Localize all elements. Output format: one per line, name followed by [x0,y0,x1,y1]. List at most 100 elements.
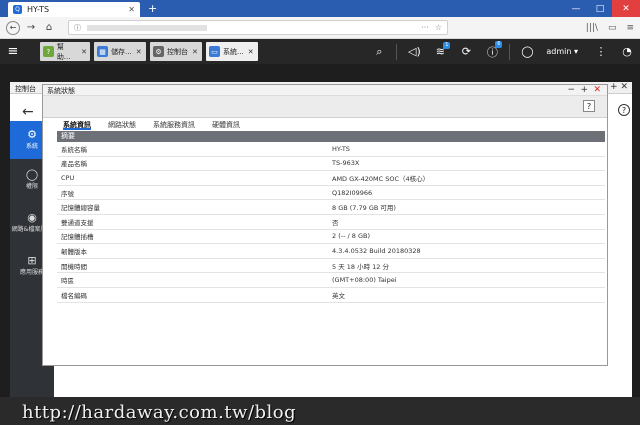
background-tasks-icon[interactable]: ≋ 1 [427,42,453,58]
qnap-favicon-icon: Q [13,5,22,14]
dialog-close-button[interactable]: ✕ [593,85,601,95]
notifications-icon[interactable]: ⓘ 6 [479,40,505,60]
row-label: 檔名編碼 [61,291,87,300]
row-value: 2 (-- / 8 GB) [332,232,370,241]
tab-system-service[interactable]: 系統服務資訊 [153,120,195,130]
forward-arrow-icon[interactable]: → [24,21,38,35]
app-tab-system-status[interactable]: ▭ 系統... ✕ [206,42,258,61]
app-tab-label: 系統... [223,47,244,56]
row-value: (GMT+08:00) Taipei [332,276,397,285]
table-row: 系統名稱 HY-TS [57,142,605,157]
notifications-badge: 6 [495,40,503,48]
table-row: 韌體版本 4.3.4.0532 Build 20180328 [57,244,605,259]
table-row: 產品名稱 TS-963X [57,157,605,172]
app-tab-close-icon[interactable]: ✕ [81,48,87,56]
row-label: 記憶體插槽 [61,233,94,242]
table-row: 開機時間 5 天 18 小時 12 分 [57,259,605,274]
tab-network-status[interactable]: 網路狀態 [108,120,136,130]
new-tab-button[interactable]: + [148,2,157,15]
back-arrow-icon[interactable]: ← [6,20,20,35]
row-value: Q182I09966 [332,188,373,197]
row-value: 否 [332,218,339,227]
site-info-icon[interactable]: ⓘ [74,23,81,33]
user-avatar-icon[interactable]: ◯ [514,45,540,58]
row-value: 5 天 18 小時 12 分 [332,262,390,271]
row-value: AMD GX-420MC SOC（4核心） [332,174,430,183]
app-tab-close-icon[interactable]: ✕ [248,48,254,56]
table-row: 時區 (GMT+08:00) Taipei [57,273,605,288]
main-menu-icon[interactable]: ≡ [0,44,26,59]
app-tab-control-panel[interactable]: ⚙ 控制台 ✕ [150,42,202,61]
dialog-title: 系統狀態 [47,87,75,95]
dialog-title-bar: 系統狀態 − + ✕ [43,85,607,96]
divider [396,43,398,60]
table-row: 記憶體總容量 8 GB (7.79 GB 可用) [57,200,605,215]
control-panel-icon: ⚙ [153,46,164,57]
row-value: HY-TS [332,144,350,153]
qts-top-bar: ≡ ? 幫助... ✕ ▦ 儲存... ✕ ⚙ 控制台 ✕ ▭ 系統... ✕ … [0,39,640,64]
app-tab-close-icon[interactable]: ✕ [136,48,142,56]
app-tab-help[interactable]: ? 幫助... ✕ [40,42,90,61]
table-row: 檔名編碼 英文 [57,288,605,303]
table-row: 記憶體插槽 2 (-- / 8 GB) [57,230,605,245]
sidebar-icon[interactable]: ▭ [608,23,617,33]
dialog-minimize-button[interactable]: − [567,85,575,95]
row-label: 雙通道支援 [61,218,94,227]
browser-tab-title: HY-TS [27,5,50,14]
browser-menu-icon[interactable]: ≡ [626,23,634,33]
row-value: 8 GB (7.79 GB 可用) [332,204,396,213]
row-label: 產品名稱 [61,160,87,169]
dashboard-icon[interactable]: ◔ [614,45,640,58]
row-label: 系統名稱 [61,145,87,154]
row-value: 英文 [332,291,345,300]
table-row: 雙通道支援 否 [57,215,605,230]
home-icon[interactable]: ⌂ [42,21,56,35]
table-row: CPU AMD GX-420MC SOC（4核心） [57,171,605,186]
system-status-icon: ▭ [209,46,220,57]
dialog-help-icon[interactable]: ? [583,100,595,112]
watermark-text: http://hardaway.com.tw/blog [22,402,297,423]
dialog-toolbar: ? [43,96,607,118]
tab-close-icon[interactable]: ✕ [128,5,135,14]
row-label: CPU [61,173,75,182]
app-tab-storage[interactable]: ▦ 儲存... ✕ [94,42,146,61]
row-label: 韌體版本 [61,247,87,256]
system-info-table: 摘要 系統名稱 HY-TS 產品名稱 TS-963X CPU AMD GX-420MC… [57,131,605,303]
address-bar[interactable]: ⓘ ··· ☆ [68,20,448,35]
app-tab-label: 幫助... [56,42,71,61]
storage-icon: ▦ [97,46,108,57]
app-tab-close-icon[interactable]: ✕ [192,48,198,56]
app-tab-label: 儲存... [111,47,132,56]
window-close-button[interactable]: ✕ [612,0,640,17]
divider [509,43,511,60]
window-maximize-button[interactable]: □ [588,0,612,17]
tasks-badge: 1 [443,42,451,49]
library-icon[interactable]: |||\ [586,23,598,33]
row-value: 4.3.4.0532 Build 20180328 [332,246,421,255]
user-menu[interactable]: admin ▾ [546,47,578,56]
app-tab-label: 控制台 [167,47,188,56]
row-label: 開機時間 [61,262,87,271]
page-actions-icon[interactable]: ··· [421,23,429,32]
window-minimize-button[interactable]: — [564,0,588,17]
table-row: 序號 Q182I09966 [57,186,605,201]
url-text [87,24,207,31]
bookmark-star-icon[interactable]: ☆ [435,23,442,32]
help-center-icon: ? [43,46,54,57]
tab-system-info[interactable]: 系統資訊 [63,120,91,130]
sync-icon[interactable]: ⟳ [453,45,479,58]
control-panel-title: 控制台 [15,85,36,93]
volume-icon[interactable]: ◁) [401,45,427,58]
control-panel-help-icon[interactable]: ? [618,104,630,116]
browser-tab[interactable]: Q HY-TS ✕ [8,2,140,17]
dialog-maximize-button[interactable]: + [580,85,588,95]
search-icon[interactable]: ⌕ [366,45,392,59]
row-value: TS-963X [332,159,360,168]
tab-hardware-info[interactable]: 硬體資訊 [212,120,240,130]
dialog-tabs: 系統資訊 網路狀態 系統服務資訊 硬體資訊 [63,120,257,130]
system-status-dialog: 系統狀態 − + ✕ ? 系統資訊 網路狀態 系統服務資訊 硬體資訊 摘要 系統… [42,84,608,366]
more-options-icon[interactable]: ⋮ [588,45,614,58]
row-label: 時區 [61,277,74,286]
back-arrow-icon[interactable]: ← [22,104,34,120]
browser-title-bar: Q HY-TS ✕ + — □ ✕ [0,0,640,17]
